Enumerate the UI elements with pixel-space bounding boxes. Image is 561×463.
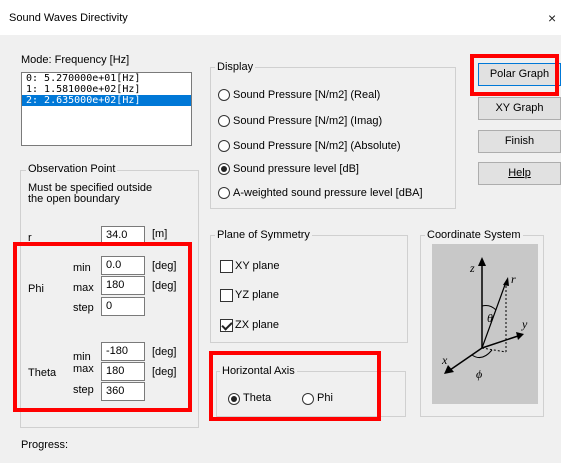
- mode-label: Mode: Frequency [Hz]: [21, 54, 130, 66]
- zx-plane-label[interactable]: ZX plane: [235, 319, 279, 331]
- highlight-angle-range: [13, 242, 192, 412]
- display-radio-imag[interactable]: [218, 115, 230, 127]
- highlight-horizontal-axis: [209, 351, 381, 421]
- display-radio-dba[interactable]: [218, 187, 230, 199]
- y-axis-arrow: [516, 332, 524, 340]
- display-label-real[interactable]: Sound Pressure [N/m2] (Real): [233, 89, 380, 101]
- progress-label: Progress:: [21, 439, 69, 451]
- close-icon[interactable]: ×: [548, 10, 556, 26]
- finish-button[interactable]: Finish: [478, 130, 561, 153]
- mode-listbox[interactable]: 0: 5.270000e+01[Hz] 1: 1.581000e+02[Hz] …: [21, 72, 192, 146]
- observation-title: Observation Point: [26, 163, 118, 175]
- zx-plane-checkbox[interactable]: [220, 319, 233, 332]
- x-axis-label: x: [441, 353, 448, 367]
- yz-plane-label[interactable]: YZ plane: [235, 289, 279, 301]
- help-button[interactable]: Help: [478, 162, 561, 185]
- coordinate-diagram: z r θ y x ϕ: [432, 244, 538, 404]
- observation-note-line2: the open boundary: [28, 193, 120, 205]
- r-vector-arrow: [503, 277, 509, 286]
- display-radio-real[interactable]: [218, 89, 230, 101]
- z-axis-label: z: [469, 261, 475, 275]
- display-radio-absolute[interactable]: [218, 140, 230, 152]
- mode-item-1[interactable]: 1: 1.581000e+02[Hz]: [22, 84, 191, 95]
- display-label-spl[interactable]: Sound pressure level [dB]: [233, 163, 359, 175]
- xy-plane-label[interactable]: XY plane: [235, 260, 279, 272]
- r-unit: [m]: [152, 228, 168, 240]
- observation-note: Must be specified outside the open bound…: [28, 183, 152, 205]
- phi-arc: [471, 349, 493, 359]
- y-axis-line: [481, 335, 519, 349]
- mode-item-0[interactable]: 0: 5.270000e+01[Hz]: [22, 73, 191, 84]
- y-axis-label: y: [521, 317, 528, 331]
- display-radio-spl[interactable]: [218, 163, 230, 175]
- xy-plane-checkbox[interactable]: [220, 260, 233, 273]
- mode-item-2[interactable]: 2: 2.635000e+02[Hz]: [22, 95, 191, 106]
- display-title: Display: [215, 61, 256, 73]
- r-axis-label: r: [511, 272, 516, 286]
- highlight-polar-graph: [470, 54, 559, 96]
- r-vector-line: [481, 281, 507, 349]
- theta-angle-label: θ: [487, 311, 493, 325]
- r-projection-ground: [481, 347, 507, 353]
- coordinate-title: Coordinate System: [425, 229, 523, 241]
- theta-arc: [481, 305, 497, 311]
- xy-graph-button[interactable]: XY Graph: [478, 97, 561, 120]
- yz-plane-checkbox[interactable]: [220, 289, 233, 302]
- symmetry-title: Plane of Symmetry: [215, 229, 312, 241]
- window-title: Sound Waves Directivity: [9, 12, 128, 24]
- z-axis-arrow: [478, 257, 486, 266]
- display-label-absolute[interactable]: Sound Pressure [N/m2] (Absolute): [233, 140, 401, 152]
- coordinate-axes-svg: z r θ y x ϕ: [441, 257, 528, 381]
- display-label-dba[interactable]: A-weighted sound pressure level [dBA]: [233, 187, 423, 199]
- display-label-imag[interactable]: Sound Pressure [N/m2] (Imag): [233, 115, 382, 127]
- phi-angle-label: ϕ: [476, 367, 482, 381]
